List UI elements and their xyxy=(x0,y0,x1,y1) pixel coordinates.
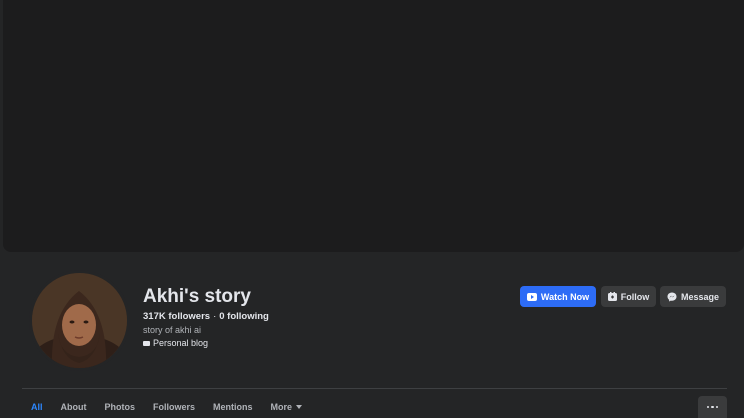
tab-all-label: All xyxy=(31,402,43,412)
followers-count[interactable]: 317K followers xyxy=(143,311,210,322)
tab-more-label: More xyxy=(270,402,293,412)
follow-button[interactable]: Follow xyxy=(601,286,656,307)
stats-separator: · xyxy=(213,311,217,322)
follow-icon xyxy=(607,292,617,301)
watch-now-label: Watch Now xyxy=(540,291,590,302)
tab-all[interactable]: All xyxy=(22,396,52,418)
caret-down-icon xyxy=(296,405,303,409)
tab-followers-label: Followers xyxy=(153,402,196,412)
following-count[interactable]: 0 following xyxy=(219,311,269,322)
message-button[interactable]: Message xyxy=(660,286,726,307)
profile-tabs: All About Photos Followers Mentions More xyxy=(22,396,311,418)
tab-followers[interactable]: Followers xyxy=(144,396,204,418)
bio-text: story of akhi ai xyxy=(143,325,202,335)
tab-photos[interactable]: Photos xyxy=(96,396,145,418)
category-row: Personal blog xyxy=(143,338,208,348)
tab-mentions[interactable]: Mentions xyxy=(204,396,262,418)
play-video-icon xyxy=(526,292,537,301)
tab-about[interactable]: About xyxy=(52,396,96,418)
follow-stats: 317K followers · 0 following xyxy=(143,311,269,322)
follow-label: Follow xyxy=(620,291,650,302)
cover-photo[interactable] xyxy=(3,0,744,252)
page-title: Akhi's story xyxy=(143,286,251,307)
message-label: Message xyxy=(680,291,720,302)
profile-divider xyxy=(22,388,727,389)
tab-more[interactable]: More xyxy=(262,396,312,418)
watch-now-button[interactable]: Watch Now xyxy=(520,286,596,307)
messenger-icon xyxy=(667,292,677,302)
tab-photos-label: Photos xyxy=(104,402,136,412)
tab-mentions-label: Mentions xyxy=(213,402,253,412)
avatar[interactable] xyxy=(29,270,130,371)
tab-about-label: About xyxy=(60,402,87,412)
ellipsis-icon[interactable] xyxy=(698,396,727,418)
category-label: Personal blog xyxy=(153,338,209,348)
briefcase-icon xyxy=(143,340,150,346)
